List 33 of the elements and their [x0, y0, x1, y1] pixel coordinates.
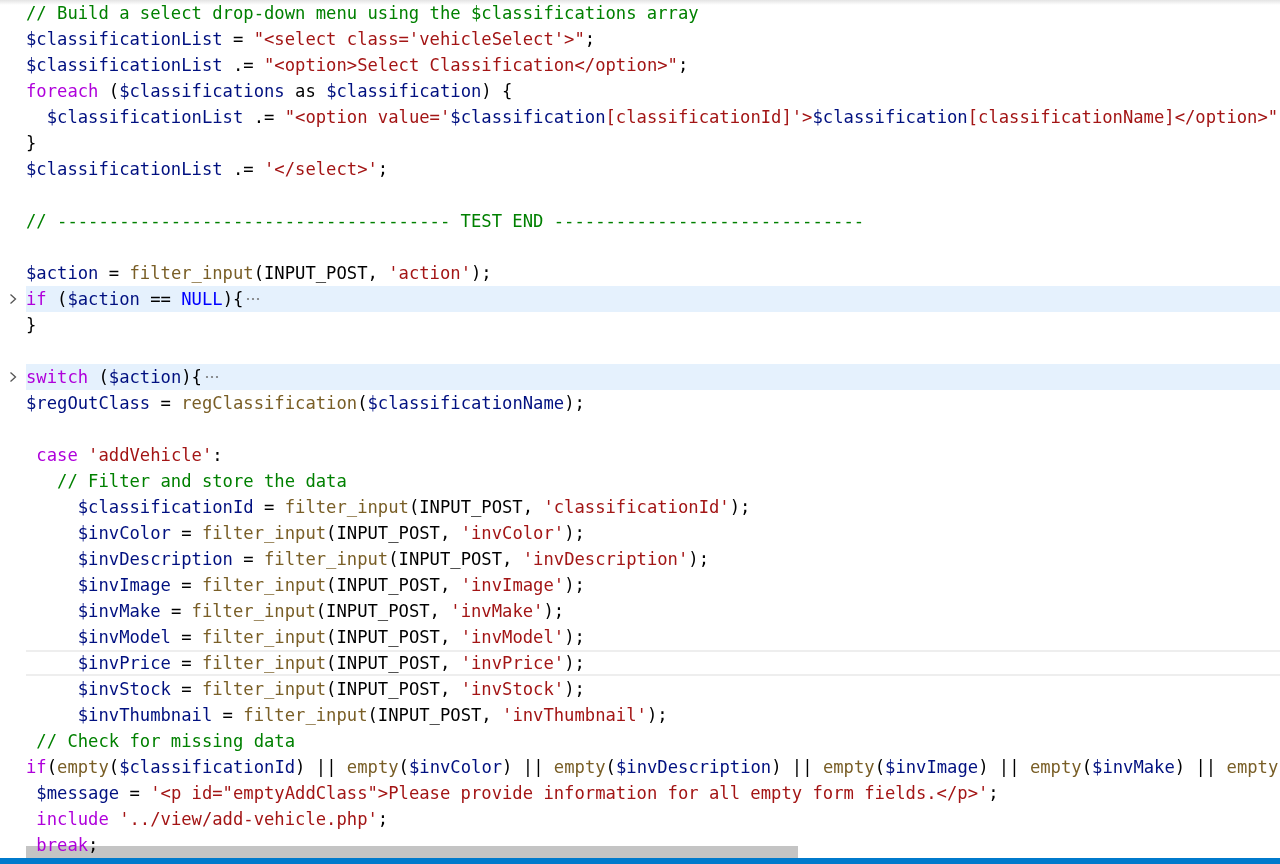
code-line: $invStock = filter_input(INPUT_POST, 'invStock');: [76, 678, 585, 700]
code-line: $classificationList .= '</select>';: [26, 158, 389, 180]
code-line: }: [26, 314, 37, 336]
code-line: switch ($action){: [26, 366, 202, 388]
code-line: case 'addVehicle':: [35, 444, 223, 466]
code-line: if ($action == NULL){: [26, 288, 244, 310]
code-line: break;: [35, 834, 99, 856]
code-line: $classificationId = filter_input(INPUT_POST, 'classificationId');: [76, 496, 751, 518]
code-line: foreach ($classifications as $classification) {: [26, 80, 513, 102]
code-line: }: [26, 132, 37, 154]
code-line: $regOutClass = regClassification($classificationName);: [26, 392, 585, 414]
code-line: $invDescription = filter_input(INPUT_POST, 'invDescription');: [76, 548, 709, 570]
code-line: $classificationList .= "<option value='$classification[classificationId]'>$classification[classificationName]</option>": [45, 106, 1279, 128]
chevron-right-icon[interactable]: [9, 293, 17, 305]
code-line: $invColor = filter_input(INPUT_POST, 'invColor');: [76, 522, 585, 544]
code-line: $invPrice = filter_input(INPUT_POST, 'invPrice');: [76, 652, 585, 674]
code-line: // Build a select drop-down menu using the $classifications array: [26, 2, 699, 24]
code-line: include '../view/add-vehicle.php';: [35, 808, 389, 830]
code-line: $action = filter_input(INPUT_POST, 'action');: [26, 262, 492, 284]
code-line: if(empty($classificationId) || empty($invColor) || empty($invDescription) || empty($invImage) || empty($invMake) || empty: [26, 756, 1279, 778]
code-line: $classificationList = "<select class='vehicleSelect'>";: [26, 28, 596, 50]
code-line: $invThumbnail = filter_input(INPUT_POST, 'invThumbnail');: [76, 704, 668, 726]
code-line: $classificationList .= "<option>Select Classification</option>";: [26, 54, 689, 76]
code-line: $message = '<p id="emptyAddClass">Please provide information for all empty form fields.</p>';: [35, 782, 999, 804]
code-line: // -------------------------------------- TEST END ------------------------------: [26, 210, 865, 232]
code-line: $invModel = filter_input(INPUT_POST, 'invModel');: [76, 626, 585, 648]
ellipsis-icon[interactable]: [204, 375, 219, 379]
code-line: $invImage = filter_input(INPUT_POST, 'invImage');: [76, 574, 585, 596]
code-line: $invMake = filter_input(INPUT_POST, 'invMake');: [76, 600, 565, 622]
ellipsis-icon[interactable]: [246, 297, 261, 301]
chevron-right-icon[interactable]: [9, 371, 17, 383]
code-line: // Check for missing data: [35, 730, 296, 752]
code-line: // Filter and store the data: [56, 470, 347, 492]
